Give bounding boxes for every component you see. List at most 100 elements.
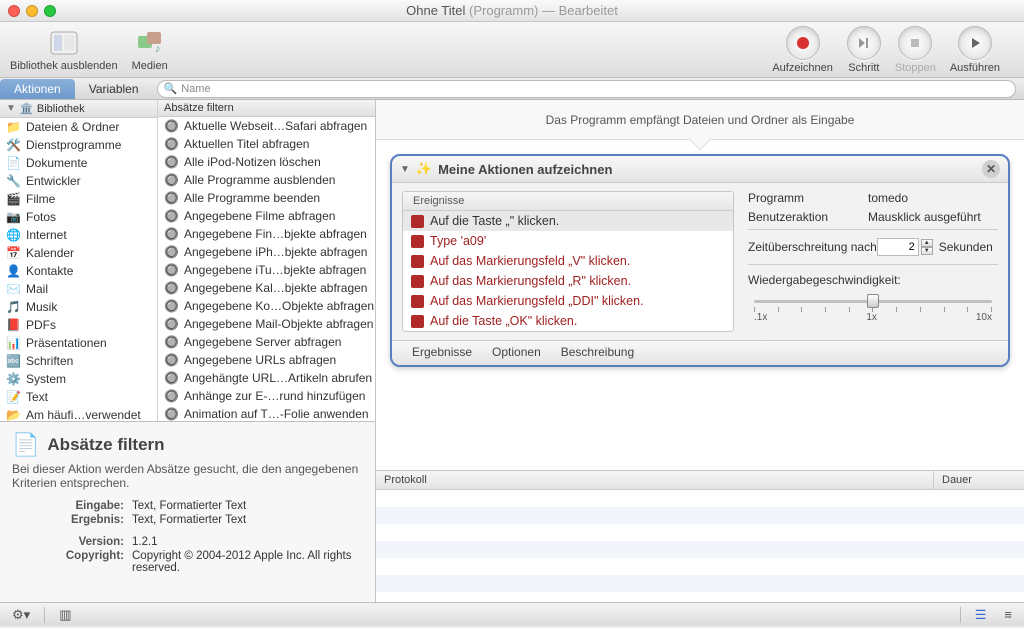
category-item[interactable]: 📕PDFs — [0, 316, 157, 334]
category-item[interactable]: 📂Am häufi…verwendet — [0, 406, 157, 421]
log-col-duration[interactable]: Dauer — [934, 471, 1024, 489]
action-icon: 🔘 — [164, 317, 179, 332]
category-item[interactable]: ✉️Mail — [0, 280, 157, 298]
sidebar-tabs: Aktionen Variablen 🔍 Name — [0, 78, 1024, 100]
disclosure-icon[interactable]: ▼ — [400, 164, 410, 175]
speed-mid: 1x — [866, 312, 877, 323]
category-item[interactable]: 🎬Filme — [0, 190, 157, 208]
category-list[interactable]: ▼ 🏛️ Bibliothek 📁Dateien & Ordner🛠️Diens… — [0, 100, 158, 421]
tab-actions[interactable]: Aktionen — [0, 79, 75, 99]
event-row[interactable]: Auf das Markierungsfeld „V" klicken. — [403, 251, 733, 271]
actions-list[interactable]: Absätze filtern 🔘Aktuelle Webseit…Safari… — [158, 100, 375, 421]
action-item[interactable]: 🔘Aktuellen Titel abfragen — [158, 135, 375, 153]
run-button[interactable]: Ausführen — [950, 26, 1000, 74]
window-title: Ohne Titel (Programm) — Bearbeitet — [0, 3, 1024, 18]
timeout-input[interactable] — [877, 238, 919, 256]
action-item[interactable]: 🔘Angegebene Server abfragen — [158, 333, 375, 351]
event-icon — [411, 255, 424, 268]
speed-slider[interactable] — [754, 292, 992, 310]
gear-icon[interactable]: ⚙︎▾ — [8, 605, 34, 625]
action-item[interactable]: 🔘Angegebene Kal…bjekte abfragen — [158, 279, 375, 297]
event-row[interactable]: Auf die Taste „" klicken. — [403, 211, 733, 231]
action-icon: 🔘 — [164, 155, 179, 170]
category-item[interactable]: 📝Text — [0, 388, 157, 406]
category-item[interactable]: 📁Dateien & Ordner — [0, 118, 157, 136]
action-item[interactable]: 🔘Animation auf T…-Folie anwenden — [158, 405, 375, 421]
event-icon — [411, 295, 424, 308]
search-input[interactable]: 🔍 Name — [157, 80, 1016, 98]
title-status: — Bearbeitet — [542, 3, 618, 18]
event-row[interactable]: Auf das Markierungsfeld „DDI" klicken. — [403, 291, 733, 311]
toggle-panel-icon[interactable]: ▥ — [55, 605, 75, 625]
speed-max: 10x — [976, 312, 992, 323]
alt-view-icon[interactable]: ≡ — [1000, 605, 1016, 624]
action-item[interactable]: 🔘Alle Programme beenden — [158, 189, 375, 207]
list-view-icon[interactable]: ☰ — [971, 605, 991, 625]
action-item[interactable]: 🔘Anhänge zur E-…rund hinzufügen — [158, 387, 375, 405]
events-table[interactable]: Ereignisse Auf die Taste „" klicken.Type… — [402, 191, 734, 332]
workflow-canvas[interactable]: ▼ ✨ Meine Aktionen aufzeichnen ✕ Ereigni… — [376, 140, 1024, 470]
category-item[interactable]: 👤Kontakte — [0, 262, 157, 280]
log-col-protocol[interactable]: Protokoll — [376, 471, 934, 489]
event-row[interactable]: Auf die Taste „OK" klicken. — [403, 311, 733, 331]
action-item[interactable]: 🔘Angegebene Mail-Objekte abfragen — [158, 315, 375, 333]
action-item[interactable]: 🔘Alle iPod-Notizen löschen — [158, 153, 375, 171]
event-icon — [411, 315, 424, 328]
description-tab[interactable]: Beschreibung — [561, 345, 634, 359]
category-item[interactable]: 🔤Schriften — [0, 352, 157, 370]
timeout-stepper[interactable]: ▲▼ — [921, 239, 933, 255]
action-icon: 🔘 — [164, 173, 179, 188]
category-item[interactable]: 🌐Internet — [0, 226, 157, 244]
action-item[interactable]: 🔘Alle Programme ausblenden — [158, 171, 375, 189]
action-icon: 🔘 — [164, 119, 179, 134]
category-item[interactable]: 🛠️Dienstprogramme — [0, 136, 157, 154]
speed-min: .1x — [754, 312, 767, 323]
results-tab[interactable]: Ergebnisse — [412, 345, 472, 359]
titlebar: Ohne Titel (Programm) — Bearbeitet — [0, 0, 1024, 22]
action-item[interactable]: 🔘Angegebene iPh…bjekte abfragen — [158, 243, 375, 261]
category-item[interactable]: 📷Fotos — [0, 208, 157, 226]
tab-variables[interactable]: Variablen — [75, 79, 153, 99]
category-item[interactable]: 🎵Musik — [0, 298, 157, 316]
record-button[interactable]: Aufzeichnen — [772, 26, 833, 74]
library-panel: ▼ 🏛️ Bibliothek 📁Dateien & Ordner🛠️Diens… — [0, 100, 376, 602]
action-header[interactable]: ▼ ✨ Meine Aktionen aufzeichnen ✕ — [392, 156, 1008, 183]
action-props: Programm tomedo Benutzeraktion Mausklick… — [748, 191, 998, 332]
action-icon: 🔘 — [164, 335, 179, 350]
action-item[interactable]: 🔘Angegebene iTu…bjekte abfragen — [158, 261, 375, 279]
category-item[interactable]: 🔧Entwickler — [0, 172, 157, 190]
log-rows[interactable] — [376, 490, 1024, 602]
action-item[interactable]: 🔘Angegebene Filme abfragen — [158, 207, 375, 225]
action-item[interactable]: 🔘Angehängte URL…Artikeln abrufen — [158, 369, 375, 387]
record-action-box[interactable]: ▼ ✨ Meine Aktionen aufzeichnen ✕ Ereigni… — [390, 154, 1010, 367]
run-icon — [958, 26, 992, 60]
action-footer-tabs: Ergebnisse Optionen Beschreibung — [392, 340, 1008, 365]
options-tab[interactable]: Optionen — [492, 345, 541, 359]
hide-library-button[interactable]: Bibliothek ausblenden — [10, 28, 118, 72]
event-row[interactable]: Auf das Markierungsfeld „R" klicken. — [403, 271, 733, 291]
action-title: Meine Aktionen aufzeichnen — [438, 162, 612, 177]
event-row[interactable]: Type 'a09' — [403, 231, 733, 251]
event-icon — [411, 215, 424, 228]
info-version-value: 1.2.1 — [132, 536, 363, 548]
category-icon: 📷 — [6, 210, 21, 225]
step-icon — [847, 26, 881, 60]
category-icon: 🔤 — [6, 354, 21, 369]
category-item[interactable]: 📊Präsentationen — [0, 334, 157, 352]
media-button[interactable]: ♪ Medien — [132, 28, 168, 72]
step-button[interactable]: Schritt — [847, 26, 881, 74]
category-item[interactable]: 📅Kalender — [0, 244, 157, 262]
close-action-button[interactable]: ✕ — [982, 160, 1000, 178]
timeout-label: Zeitüberschreitung nach — [748, 240, 877, 254]
action-item[interactable]: 🔘Angegebene URLs abfragen — [158, 351, 375, 369]
info-version-label: Version: — [12, 536, 132, 548]
action-item[interactable]: 🔘Angegebene Fin…bjekte abfragen — [158, 225, 375, 243]
action-item[interactable]: 🔘Aktuelle Webseit…Safari abfragen — [158, 117, 375, 135]
program-value: tomedo — [868, 191, 908, 205]
record-icon — [786, 26, 820, 60]
stop-button[interactable]: Stoppen — [895, 26, 936, 74]
category-item[interactable]: 📄Dokumente — [0, 154, 157, 172]
action-item[interactable]: 🔘Angegebene Ko…Objekte abfragen — [158, 297, 375, 315]
stop-label: Stoppen — [895, 62, 936, 74]
category-item[interactable]: ⚙️System — [0, 370, 157, 388]
